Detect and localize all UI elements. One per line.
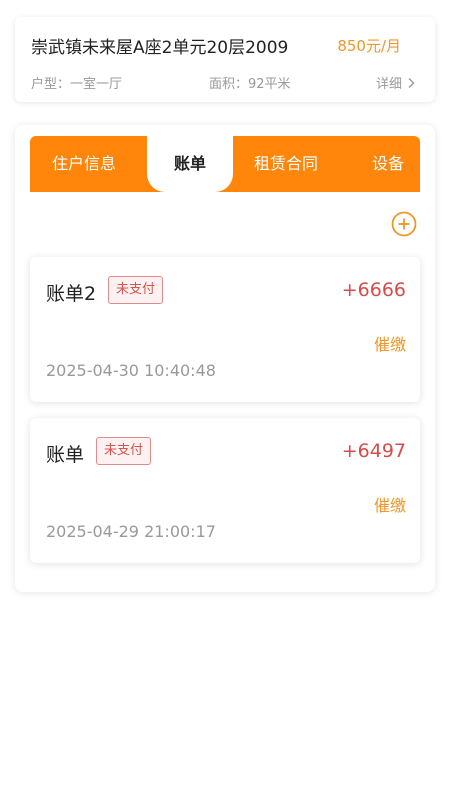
tab-lease-contract[interactable]: 租赁合同 [254,136,318,192]
bill-name: 账单2 [46,283,97,305]
urge-payment-button[interactable]: 催缴 [374,492,406,516]
tab-device[interactable]: 设备 [372,136,404,192]
status-badge: 未支付 [108,276,164,304]
urge-payment-button[interactable]: 催缴 [374,331,406,355]
tab-resident-info[interactable]: 住户信息 [52,136,116,192]
property-area: 面积：92平米 [209,77,291,92]
tab-bill[interactable]: 账单 [147,136,233,192]
chevron-right-icon [408,77,415,88]
status-badge: 未支付 [96,437,152,465]
bill-amount: +6666 [341,279,406,301]
bill-panel: 住户信息 账单 租赁合同 设备 账单2 未支付 +6666 催缴 2025-04… [15,125,435,592]
detail-link[interactable]: 详细 [376,73,417,92]
detail-label: 详细 [375,77,402,92]
bill-card[interactable]: 账单 未支付 +6497 催缴 2025-04-29 21:00:17 [30,418,420,563]
property-card: 崇武镇未来屋A座2单元20层2009 850元/月 户型：一室一厅 面积：92平… [15,17,435,102]
plus-circle-icon[interactable] [391,211,417,237]
bill-time: 2025-04-30 10:40:48 [46,361,216,380]
bill-amount: +6497 [341,440,406,462]
tab-bar: 住户信息 账单 租赁合同 设备 [30,136,420,192]
bill-time: 2025-04-29 21:00:17 [46,522,216,541]
property-price: 850元/月 [337,37,401,55]
property-title: 崇武镇未来屋A座2单元20层2009 [31,38,289,58]
property-type: 户型：一室一厅 [31,77,123,92]
bill-card[interactable]: 账单2 未支付 +6666 催缴 2025-04-30 10:40:48 [30,257,420,402]
bill-name: 账单 [46,444,85,466]
